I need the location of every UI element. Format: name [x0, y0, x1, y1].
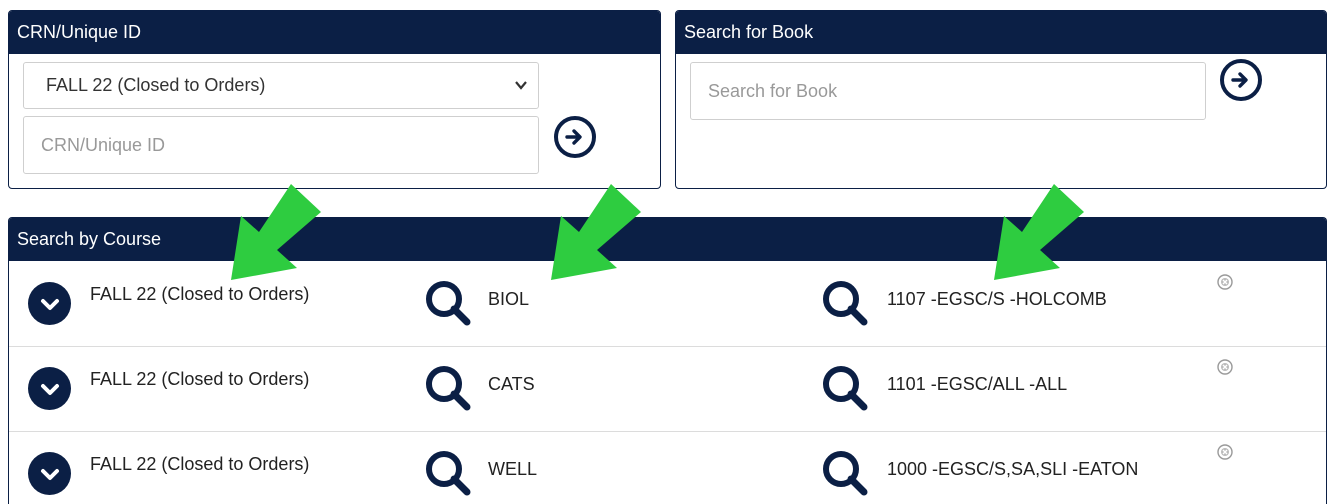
row-section[interactable]: 1000 -EGSC/S,SA,SLI -EATON — [887, 459, 1138, 480]
term-select-value: FALL 22 (Closed to Orders) — [46, 75, 266, 95]
row-term[interactable]: FALL 22 (Closed to Orders) — [90, 369, 309, 390]
close-circle-icon[interactable] — [1217, 444, 1233, 460]
course-panel-title: Search by Course — [9, 218, 1326, 261]
close-circle-icon[interactable] — [1217, 359, 1233, 375]
book-panel-title: Search for Book — [676, 11, 1326, 54]
close-circle-icon[interactable] — [1217, 274, 1233, 290]
course-panel: Search by Course FALL 22 (Closed to Orde… — [8, 217, 1327, 504]
crn-panel-title: CRN/Unique ID — [9, 11, 660, 54]
section-search-icon[interactable] — [820, 278, 870, 328]
row-section[interactable]: 1107 -EGSC/S -HOLCOMB — [887, 289, 1107, 310]
row-section[interactable]: 1101 -EGSC/ALL -ALL — [887, 374, 1067, 395]
section-search-icon[interactable] — [820, 363, 870, 413]
course-row: FALL 22 (Closed to Orders) BIOL 1107 -EG… — [9, 262, 1326, 347]
chevron-down-circle-icon[interactable] — [28, 367, 71, 410]
course-row: FALL 22 (Closed to Orders) WELL 1000 -EG… — [9, 432, 1326, 504]
section-search-icon[interactable] — [820, 448, 870, 498]
crn-input[interactable] — [23, 116, 539, 174]
term-select[interactable]: FALL 22 (Closed to Orders) — [23, 62, 539, 109]
book-search-input[interactable] — [690, 62, 1206, 120]
department-search-icon[interactable] — [423, 278, 473, 328]
arrow-right-icon — [565, 129, 582, 145]
book-go-button[interactable] — [1220, 59, 1262, 101]
chevron-down-circle-icon[interactable] — [28, 452, 71, 495]
department-search-icon[interactable] — [423, 448, 473, 498]
row-term[interactable]: FALL 22 (Closed to Orders) — [90, 454, 309, 475]
department-search-icon[interactable] — [423, 363, 473, 413]
crn-go-button[interactable] — [554, 116, 596, 158]
row-term[interactable]: FALL 22 (Closed to Orders) — [90, 284, 309, 305]
book-panel: Search for Book — [675, 10, 1327, 189]
row-department[interactable]: BIOL — [488, 289, 529, 310]
crn-panel: CRN/Unique ID FALL 22 (Closed to Orders) — [8, 10, 661, 189]
arrow-right-icon — [1231, 72, 1248, 88]
course-row: FALL 22 (Closed to Orders) CATS 1101 -EG… — [9, 347, 1326, 432]
chevron-down-circle-icon[interactable] — [28, 282, 71, 325]
row-department[interactable]: CATS — [488, 374, 535, 395]
row-department[interactable]: WELL — [488, 459, 537, 480]
